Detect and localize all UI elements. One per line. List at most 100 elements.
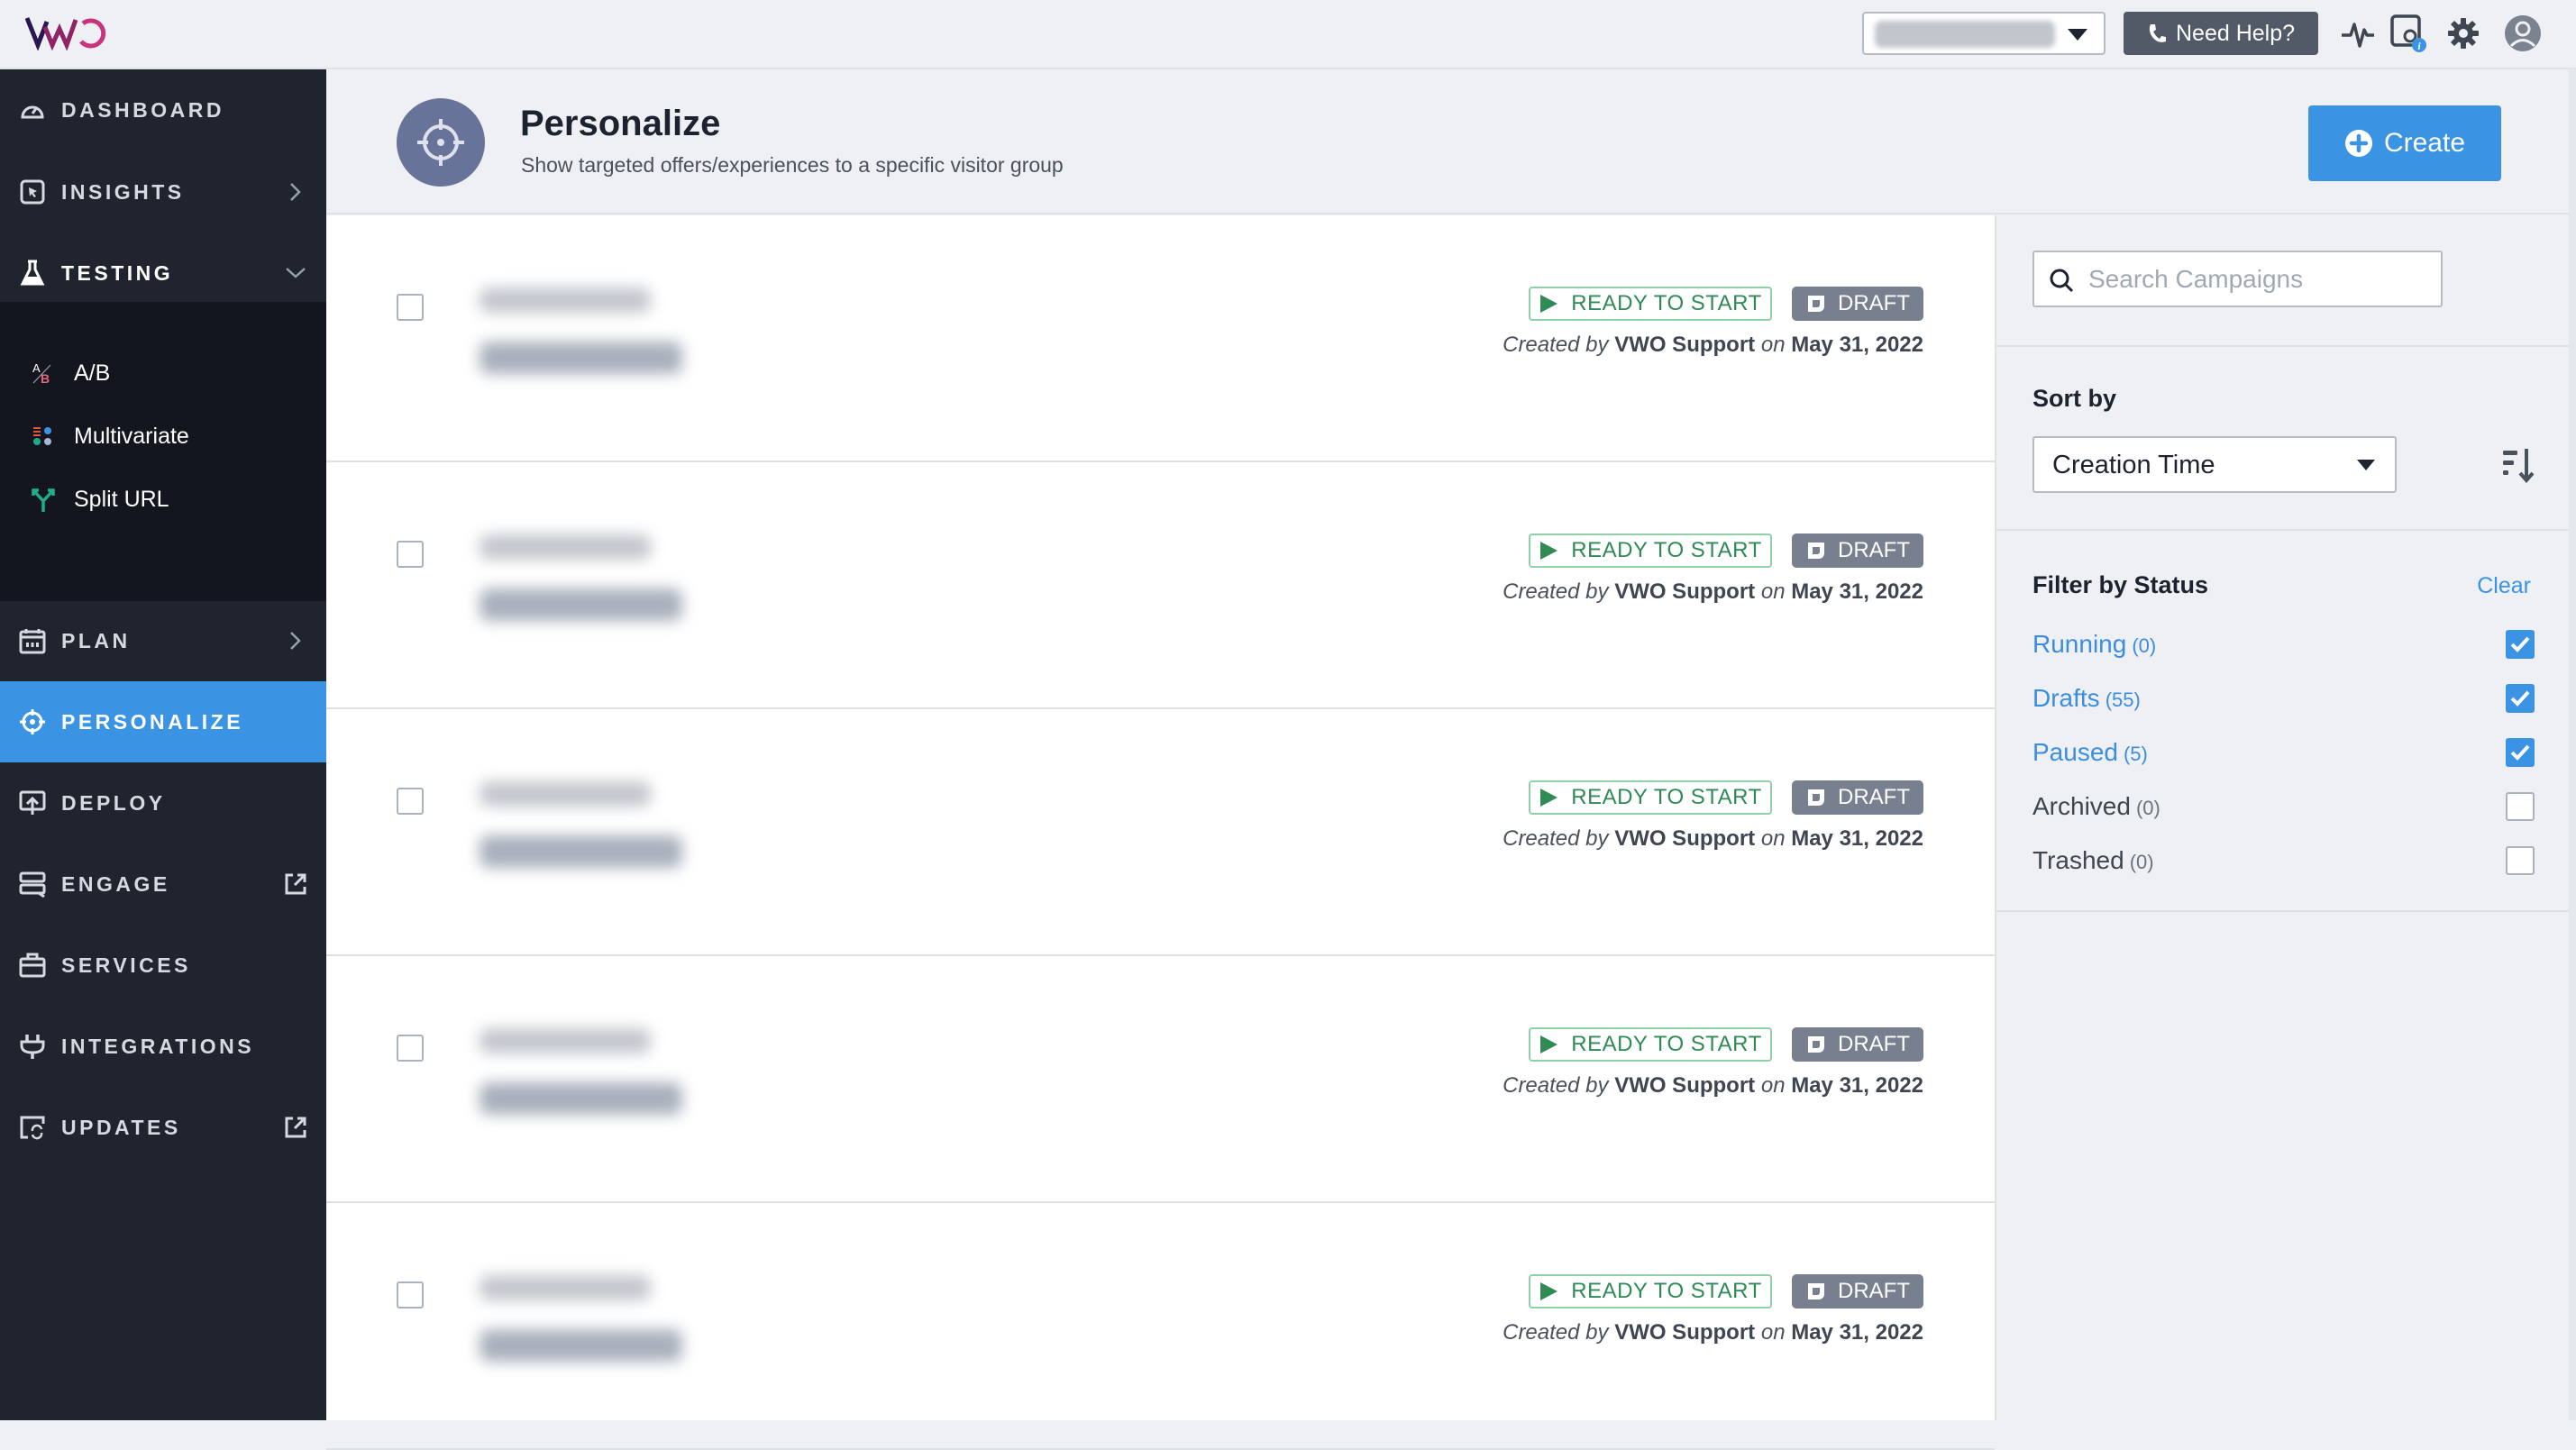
chevron-right-icon bbox=[283, 628, 308, 653]
draft-icon bbox=[1808, 543, 1824, 559]
phone-icon bbox=[2149, 24, 2166, 42]
filter-checkbox[interactable] bbox=[2506, 630, 2535, 659]
play-icon bbox=[1540, 295, 1558, 313]
status-filter-trashed[interactable]: Trashed (0) bbox=[2032, 843, 2535, 879]
account-selector[interactable] bbox=[1862, 12, 2106, 55]
play-icon bbox=[1540, 1035, 1558, 1053]
sidebar-item-updates[interactable]: UPDATES bbox=[0, 1087, 326, 1168]
campaign-key-blurred bbox=[480, 342, 682, 374]
sidebar-item-dashboard[interactable]: DASHBOARD bbox=[0, 69, 326, 150]
top-bar: Need Help? i bbox=[0, 0, 2576, 69]
chevron-down-icon bbox=[283, 260, 308, 286]
ready-to-start-button[interactable]: READY TO START bbox=[1529, 287, 1772, 321]
settings-info-icon[interactable]: i bbox=[2389, 13, 2430, 54]
row-checkbox[interactable] bbox=[397, 1035, 424, 1062]
campaign-row[interactable]: READY TO START DRAFT Created by VWO Supp… bbox=[326, 709, 1995, 956]
created-date: May 31, 2022 bbox=[1791, 1073, 1923, 1098]
caret-down-icon bbox=[2068, 29, 2087, 41]
ready-to-start-button[interactable]: READY TO START bbox=[1529, 533, 1772, 568]
campaign-name-blurred[interactable] bbox=[480, 534, 651, 560]
campaign-key-blurred bbox=[480, 835, 682, 868]
campaign-name-blurred[interactable] bbox=[480, 1028, 651, 1053]
campaign-list: READY TO START DRAFT Created by VWO Supp… bbox=[326, 215, 1995, 1450]
created-by-prefix: Created by bbox=[1503, 333, 1609, 357]
row-checkbox[interactable] bbox=[397, 294, 424, 321]
external-link-icon[interactable] bbox=[283, 871, 308, 897]
status-label: READY TO START bbox=[1571, 291, 1762, 315]
campaign-row[interactable]: READY TO START DRAFT Created by VWO Supp… bbox=[326, 956, 1995, 1203]
draft-badge: DRAFT bbox=[1792, 1274, 1923, 1309]
ready-to-start-button[interactable]: READY TO START bbox=[1529, 1274, 1772, 1309]
row-checkbox[interactable] bbox=[397, 1281, 424, 1309]
filter-checkbox[interactable] bbox=[2506, 738, 2535, 767]
campaign-key-blurred bbox=[480, 1329, 682, 1362]
filter-checkbox[interactable] bbox=[2506, 792, 2535, 821]
plus-circle-icon bbox=[2344, 130, 2372, 157]
clear-filters-link[interactable]: Clear bbox=[2477, 573, 2531, 599]
play-icon bbox=[1540, 1282, 1558, 1300]
row-checkbox[interactable] bbox=[397, 788, 424, 815]
checkmark-icon bbox=[2510, 744, 2530, 761]
campaign-name-blurred[interactable] bbox=[480, 287, 651, 313]
status-label: READY TO START bbox=[1571, 538, 1762, 562]
need-help-button[interactable]: Need Help? bbox=[2124, 12, 2318, 55]
gear-icon[interactable] bbox=[2443, 13, 2484, 54]
sidebar-item-personalize[interactable]: PERSONALIZE bbox=[0, 681, 326, 762]
campaign-name-blurred[interactable] bbox=[480, 781, 651, 807]
ready-to-start-button[interactable]: READY TO START bbox=[1529, 1027, 1772, 1062]
campaign-row[interactable]: READY TO START DRAFT Created by VWO Supp… bbox=[326, 1203, 1995, 1450]
create-button[interactable]: Create bbox=[2308, 105, 2501, 181]
campaign-row[interactable]: READY TO START DRAFT Created by VWO Supp… bbox=[326, 215, 1995, 462]
campaign-name-blurred[interactable] bbox=[480, 1275, 651, 1300]
sidebar-item-insights[interactable]: INSIGHTS bbox=[0, 151, 326, 233]
sidebar-subitem-multivariate[interactable]: Multivariate bbox=[0, 409, 326, 463]
sidebar-item-integrations[interactable]: INTEGRATIONS bbox=[0, 1006, 326, 1087]
on-label: on bbox=[1760, 579, 1786, 604]
vwo-logo[interactable] bbox=[25, 14, 124, 50]
created-by-prefix: Created by bbox=[1503, 1320, 1609, 1345]
search-campaigns-field[interactable] bbox=[2032, 251, 2443, 307]
sort-by-select[interactable]: Creation Time bbox=[2032, 436, 2397, 493]
sidebar-item-testing[interactable]: TESTING bbox=[0, 233, 326, 314]
svg-text:A: A bbox=[32, 361, 41, 375]
campaign-key-blurred bbox=[480, 588, 682, 621]
draft-badge: DRAFT bbox=[1792, 780, 1923, 815]
sidebar-item-engage[interactable]: ENGAGE bbox=[0, 844, 326, 925]
activity-icon[interactable] bbox=[2337, 13, 2379, 54]
ready-to-start-button[interactable]: READY TO START bbox=[1529, 780, 1772, 815]
sidebar-item-plan[interactable]: PLAN bbox=[0, 600, 326, 681]
author-name: VWO Support bbox=[1614, 333, 1756, 357]
sidebar-item-services[interactable]: SERVICES bbox=[0, 925, 326, 1006]
row-checkbox[interactable] bbox=[397, 541, 424, 568]
status-filter-running[interactable]: Running (0) bbox=[2032, 626, 2535, 662]
status-filter-paused[interactable]: Paused (5) bbox=[2032, 734, 2535, 771]
dashboard-gauge-icon bbox=[18, 96, 47, 124]
on-label: on bbox=[1760, 1073, 1786, 1098]
search-input[interactable] bbox=[2088, 260, 2431, 299]
sort-by-label: Sort by bbox=[2032, 385, 2117, 412]
created-by-prefix: Created by bbox=[1503, 826, 1609, 851]
filter-checkbox[interactable] bbox=[2506, 846, 2535, 875]
filter-count: (0) bbox=[2135, 797, 2160, 819]
created-meta: Created by VWO Support on May 31, 2022 bbox=[1503, 1320, 1923, 1345]
campaign-row[interactable]: READY TO START DRAFT Created by VWO Supp… bbox=[326, 462, 1995, 709]
user-avatar-icon[interactable] bbox=[2502, 13, 2544, 54]
status-filter-drafts[interactable]: Drafts (55) bbox=[2032, 680, 2535, 716]
page-subtitle: Show targeted offers/experiences to a sp… bbox=[521, 153, 1064, 177]
filter-checkbox[interactable] bbox=[2506, 684, 2535, 713]
draft-icon bbox=[1808, 296, 1824, 312]
created-meta: Created by VWO Support on May 31, 2022 bbox=[1503, 333, 1923, 358]
created-meta: Created by VWO Support on May 31, 2022 bbox=[1503, 579, 1923, 605]
filter-label: Trashed bbox=[2032, 846, 2124, 874]
scrollbar[interactable] bbox=[2569, 69, 2576, 1420]
sidebar-subitem-ab[interactable]: AB A/B bbox=[0, 346, 326, 400]
status-filter-archived[interactable]: Archived (0) bbox=[2032, 789, 2535, 825]
external-link-icon[interactable] bbox=[283, 1115, 308, 1140]
sidebar-subitem-split-url[interactable]: Split URL bbox=[0, 472, 326, 526]
briefcase-icon bbox=[18, 951, 47, 980]
sidebar-item-deploy[interactable]: DEPLOY bbox=[0, 762, 326, 844]
sort-direction-icon[interactable] bbox=[2501, 447, 2537, 483]
play-icon bbox=[1540, 542, 1558, 560]
status-label: READY TO START bbox=[1571, 785, 1762, 809]
filter-panel: Sort by Creation Time Filter by Status C… bbox=[1995, 215, 2571, 1420]
